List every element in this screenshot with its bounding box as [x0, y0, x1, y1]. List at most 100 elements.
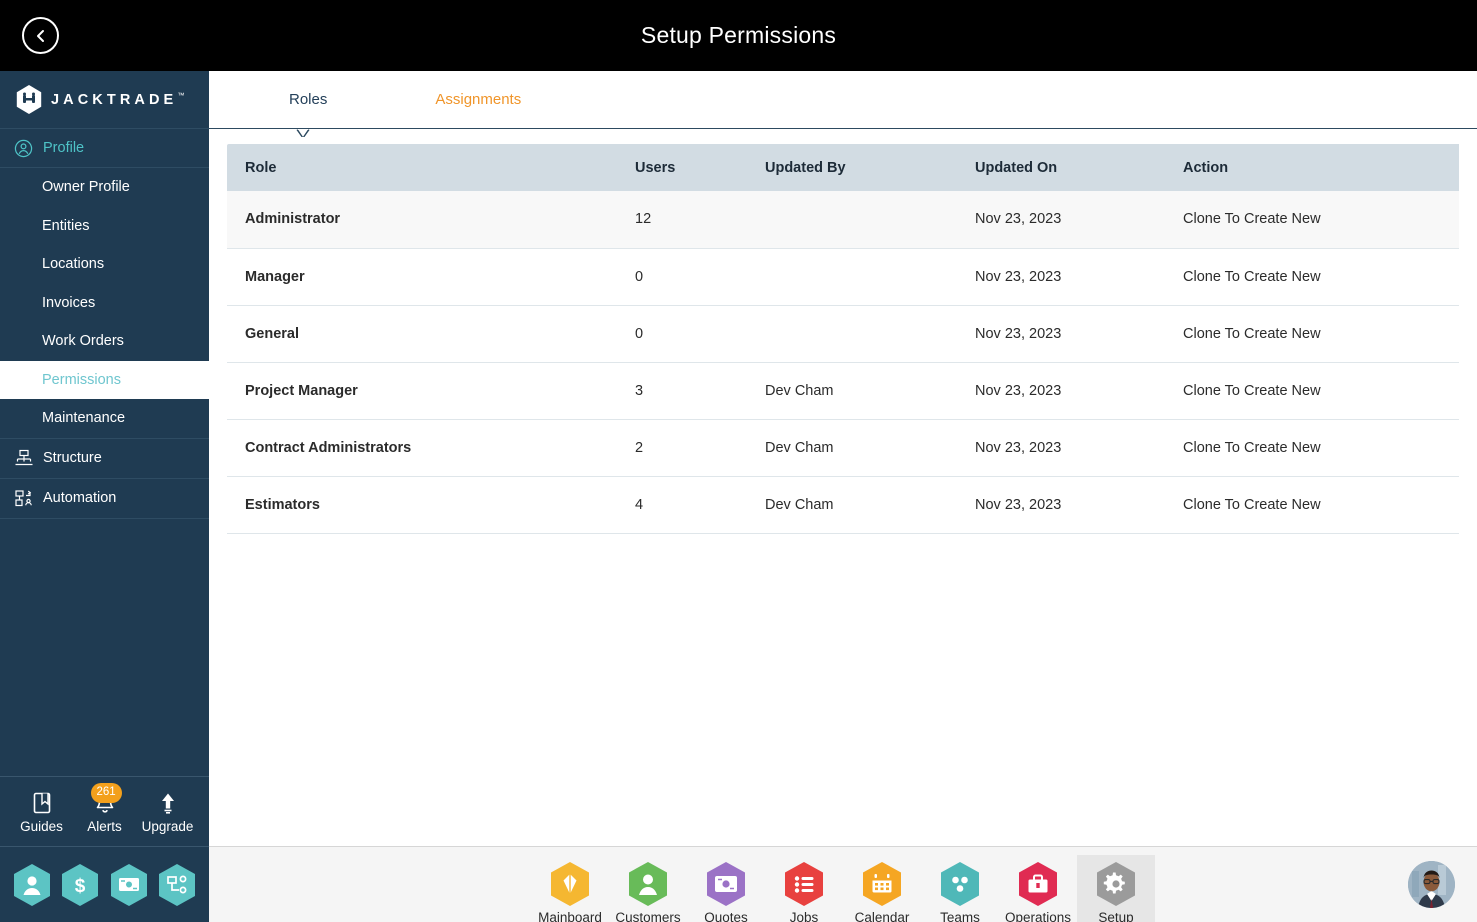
column-header-role[interactable]: Role	[227, 144, 617, 191]
upgrade-label: Upgrade	[141, 819, 194, 835]
sidebar-item-entities[interactable]: Entities	[0, 207, 209, 246]
shortcut-dollar-icon[interactable]: $	[60, 863, 100, 907]
sidebar-spacer	[0, 517, 209, 777]
sidebar-item-owner-profile[interactable]: Owner Profile	[0, 168, 209, 207]
sidebar-item-maintenance[interactable]: Maintenance	[0, 399, 209, 438]
cell-role[interactable]: Administrator	[227, 191, 617, 249]
cell-role[interactable]: General	[227, 305, 617, 363]
brand-name: JACKTRADE™	[51, 91, 184, 109]
calendar-icon	[861, 861, 903, 907]
setup-gear-icon	[1095, 861, 1137, 907]
table-header: Role Users Updated By Updated On Action	[227, 144, 1459, 191]
bottom-nav-quotes[interactable]: Quotes	[687, 855, 765, 922]
column-header-updated-by[interactable]: Updated By	[747, 144, 957, 191]
sidebar-item-label: Maintenance	[42, 410, 126, 427]
bottom-nav-bar: Mainboard Customers Quotes Jobs Calendar…	[209, 846, 1477, 922]
sidebar-item-label: Structure	[43, 450, 102, 466]
cell-role[interactable]: Project Manager	[227, 362, 617, 420]
sidebar-item-structure[interactable]: Structure	[0, 437, 209, 478]
bottom-nav-customers[interactable]: Customers	[609, 855, 687, 922]
brand-trademark: ™	[177, 92, 185, 100]
cell-updated-by	[747, 191, 957, 249]
tab-bar: Roles Assignments	[209, 71, 1477, 137]
column-header-updated-on[interactable]: Updated On	[957, 144, 1165, 191]
cell-updated-on: Nov 23, 2023	[957, 476, 1165, 534]
cell-action-clone[interactable]: Clone To Create New	[1165, 476, 1459, 534]
cell-action-clone[interactable]: Clone To Create New	[1165, 362, 1459, 420]
jacktrade-hexagon-logo-icon	[16, 85, 42, 114]
cell-updated-on: Nov 23, 2023	[957, 419, 1165, 477]
sidebar-item-label: Owner Profile	[42, 179, 130, 196]
bottom-nav-teams[interactable]: Teams	[921, 855, 999, 922]
cell-updated-on: Nov 23, 2023	[957, 248, 1165, 306]
cell-users: 4	[617, 476, 747, 534]
cell-users: 3	[617, 362, 747, 420]
cell-role[interactable]: Manager	[227, 248, 617, 306]
user-avatar[interactable]	[1408, 861, 1455, 908]
mainboard-icon	[549, 861, 591, 907]
column-header-users[interactable]: Users	[617, 144, 747, 191]
bottom-nav-mainboard[interactable]: Mainboard	[531, 855, 609, 922]
roles-table: Role Users Updated By Updated On Action …	[227, 144, 1459, 534]
table-header-row: Role Users Updated By Updated On Action	[227, 144, 1459, 191]
sidebar-item-label: Entities	[42, 217, 90, 234]
sidebar-item-permissions[interactable]: Permissions	[0, 360, 209, 399]
table-body: Administrator 12 Nov 23, 2023 Clone To C…	[227, 191, 1459, 534]
app-root: Setup Permissions JACKTRADE™ Profile Own…	[0, 0, 1477, 922]
shortcut-person-icon[interactable]	[12, 863, 52, 907]
table-row[interactable]: Administrator 12 Nov 23, 2023 Clone To C…	[227, 191, 1459, 249]
sidebar-item-automation[interactable]: Automation	[0, 477, 209, 518]
cell-action-clone[interactable]: Clone To Create New	[1165, 305, 1459, 363]
arrow-up-icon	[157, 789, 179, 817]
tab-assignments[interactable]: Assignments	[425, 92, 531, 107]
page-title: Setup Permissions	[640, 22, 837, 48]
cell-role[interactable]: Estimators	[227, 476, 617, 534]
brand-logo[interactable]: JACKTRADE™	[0, 71, 209, 129]
cell-updated-by: Dev Cham	[747, 476, 957, 534]
bottom-nav-setup[interactable]: Setup	[1077, 855, 1155, 922]
cell-role[interactable]: Contract Administrators	[227, 419, 617, 477]
tab-roles[interactable]: Roles	[279, 92, 337, 107]
bottom-nav-label: Teams	[940, 910, 980, 922]
shortcut-money-transfer-icon[interactable]	[109, 863, 149, 907]
sidebar-item-locations[interactable]: Locations	[0, 245, 209, 284]
table-row[interactable]: General 0 Nov 23, 2023 Clone To Create N…	[227, 305, 1459, 363]
active-tab-indicator	[286, 127, 320, 137]
cell-action-clone[interactable]: Clone To Create New	[1165, 191, 1459, 249]
tab-roles-label: Roles	[289, 91, 328, 108]
sidebar-item-label: Automation	[43, 490, 117, 506]
shortcut-workflow-icon[interactable]	[157, 863, 197, 907]
sidebar-item-invoices[interactable]: Invoices	[0, 284, 209, 323]
sidebar-item-work-orders[interactable]: Work Orders	[0, 322, 209, 361]
cell-updated-by: Dev Cham	[747, 362, 957, 420]
alerts-button[interactable]: 261 Alerts	[75, 783, 135, 835]
sidebar-item-label: Locations	[42, 256, 105, 273]
teams-icon	[939, 861, 981, 907]
sidebar-group-profile[interactable]: Profile	[0, 129, 209, 168]
upgrade-button[interactable]: Upgrade	[138, 789, 198, 834]
tab-assignments-label: Assignments	[435, 91, 522, 108]
column-header-action[interactable]: Action	[1165, 144, 1459, 191]
table-row[interactable]: Manager 0 Nov 23, 2023 Clone To Create N…	[227, 248, 1459, 306]
cell-updated-by: Dev Cham	[747, 419, 957, 477]
bottom-nav-calendar[interactable]: Calendar	[843, 855, 921, 922]
cell-action-clone[interactable]: Clone To Create New	[1165, 248, 1459, 306]
table-row[interactable]: Contract Administrators 2 Dev Cham Nov 2…	[227, 419, 1459, 477]
cell-action-clone[interactable]: Clone To Create New	[1165, 419, 1459, 477]
table-row[interactable]: Estimators 4 Dev Cham Nov 23, 2023 Clone…	[227, 476, 1459, 534]
cell-users: 0	[617, 248, 747, 306]
roles-table-container: Role Users Updated By Updated On Action …	[209, 129, 1477, 534]
bottom-nav-operations[interactable]: Operations	[999, 855, 1077, 922]
alerts-label: Alerts	[87, 819, 122, 835]
org-structure-icon	[14, 448, 34, 468]
guides-button[interactable]: Guides	[12, 789, 72, 834]
bottom-nav-jobs[interactable]: Jobs	[765, 855, 843, 922]
sidebar-item-label: Invoices	[42, 294, 96, 311]
automation-flow-icon	[14, 488, 34, 508]
brand-name-text: JACKTRADE	[51, 91, 178, 108]
sidebar-hex-shortcuts: $	[0, 846, 209, 922]
cell-updated-by	[747, 248, 957, 306]
bottom-nav-label: Mainboard	[538, 910, 602, 922]
cell-users: 0	[617, 305, 747, 363]
table-row[interactable]: Project Manager 3 Dev Cham Nov 23, 2023 …	[227, 362, 1459, 420]
